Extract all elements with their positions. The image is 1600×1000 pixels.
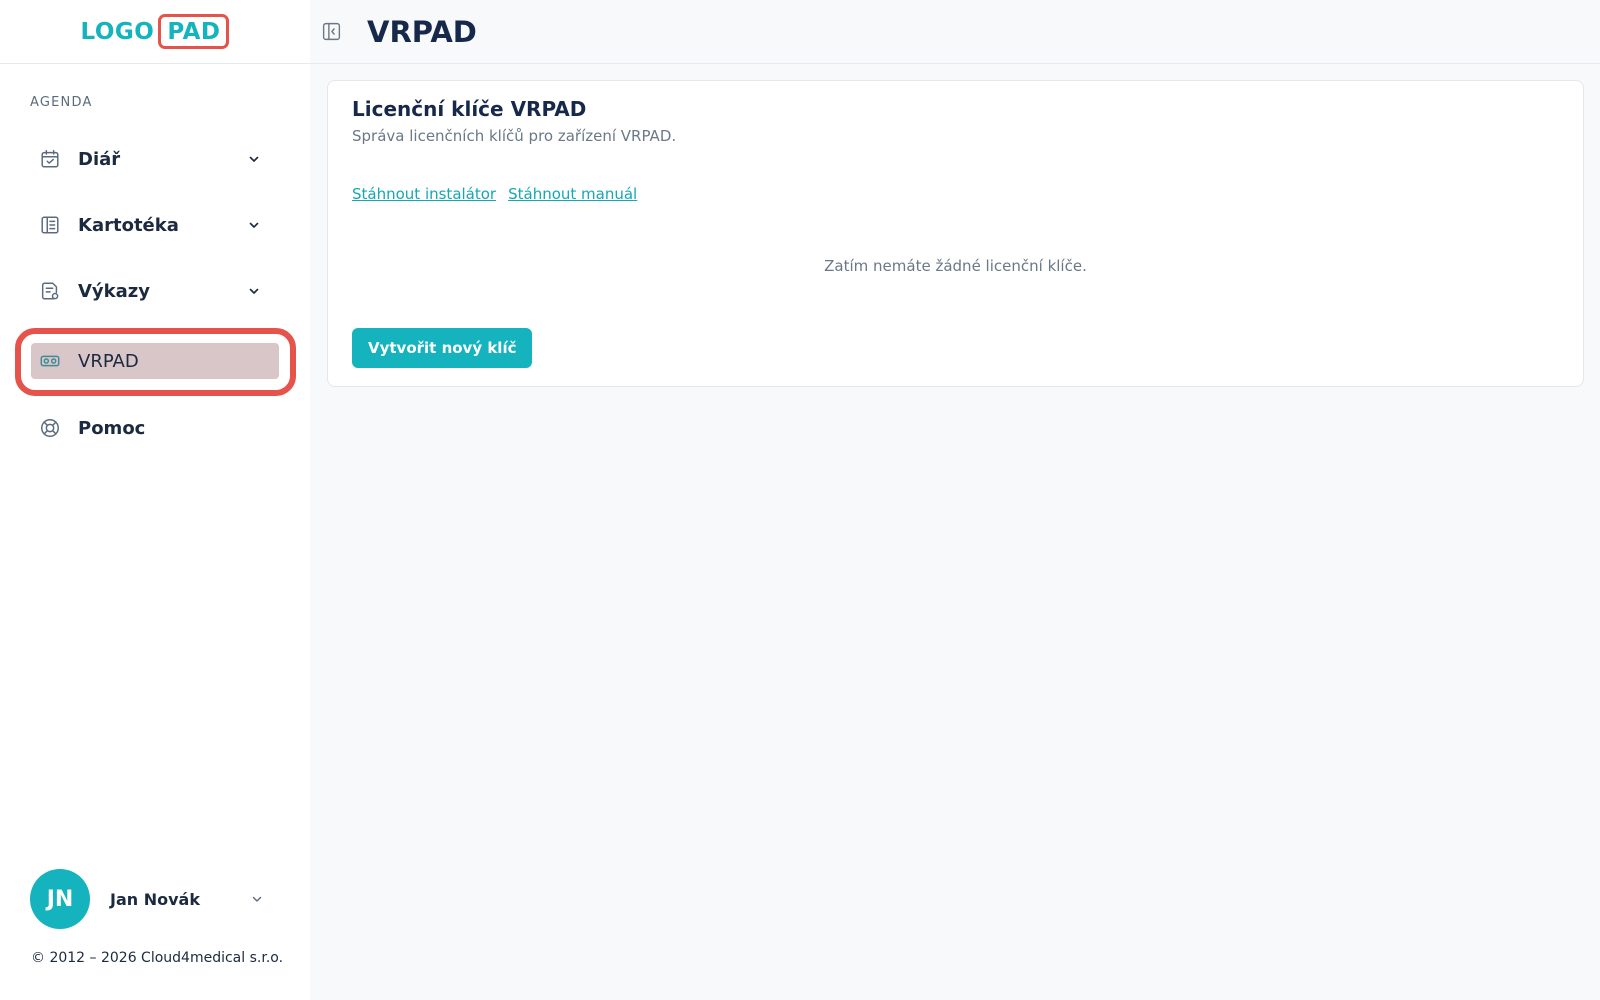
- file-index-icon: [39, 214, 61, 236]
- sidebar-item-label: Pomoc: [78, 417, 146, 439]
- chevron-down-icon: [247, 152, 261, 166]
- download-manual-link[interactable]: Stáhnout manuál: [508, 185, 637, 203]
- sidebar-item-vrpad[interactable]: VRPAD: [31, 343, 279, 379]
- license-keys-card: Licenční klíče VRPAD Správa licenčních k…: [327, 80, 1584, 387]
- sidebar-item-vykazy[interactable]: Výkazy: [31, 273, 279, 309]
- logo-text: LOGO: [80, 18, 155, 45]
- download-installer-link[interactable]: Stáhnout instalátor: [352, 185, 496, 203]
- sidebar-item-label: Výkazy: [78, 280, 150, 302]
- card-title: Licenční klíče VRPAD: [352, 97, 587, 121]
- chevron-down-icon: [247, 218, 261, 232]
- sidebar-item-diar[interactable]: Diář: [31, 141, 279, 177]
- sidebar-item-label: VRPAD: [78, 350, 139, 372]
- sidebar: LOGO PAD AGENDA Diář Kartotéka Výkazy VR…: [0, 0, 310, 1000]
- page-title: VRPAD: [367, 14, 477, 49]
- create-key-button[interactable]: Vytvořit nový klíč: [352, 328, 533, 368]
- chevron-down-icon: [250, 892, 264, 906]
- calendar-check-icon: [39, 148, 61, 170]
- chevron-down-icon: [247, 284, 261, 298]
- logo[interactable]: LOGO PAD: [81, 14, 230, 49]
- avatar: JN: [30, 869, 90, 929]
- sidebar-item-pomoc[interactable]: Pomoc: [31, 410, 279, 446]
- sidebar-item-label: Diář: [78, 148, 121, 170]
- vr-headset-icon: [39, 350, 61, 372]
- logo-bar: LOGO PAD: [0, 0, 310, 64]
- logo-pad-text: PAD: [158, 14, 230, 49]
- section-label-agenda: AGENDA: [30, 95, 93, 110]
- empty-state-message: Zatím nemáte žádné licenční klíče.: [824, 257, 1087, 275]
- copyright: © 2012 – 2026 Cloud4medical s.r.o.: [31, 950, 284, 966]
- user-name: Jan Novák: [110, 889, 200, 909]
- user-menu[interactable]: JN Jan Novák: [30, 869, 280, 929]
- sidebar-item-label: Kartotéka: [78, 214, 179, 236]
- report-icon: [39, 280, 61, 302]
- sidebar-item-kartoteka[interactable]: Kartotéka: [31, 207, 279, 243]
- download-links: Stáhnout instalátor Stáhnout manuál: [352, 185, 637, 203]
- page-header: VRPAD: [310, 0, 1600, 64]
- sidebar-collapse-icon[interactable]: [320, 21, 342, 43]
- card-subtitle: Správa licenčních klíčů pro zařízení VRP…: [352, 127, 677, 145]
- lifebuoy-icon: [39, 417, 61, 439]
